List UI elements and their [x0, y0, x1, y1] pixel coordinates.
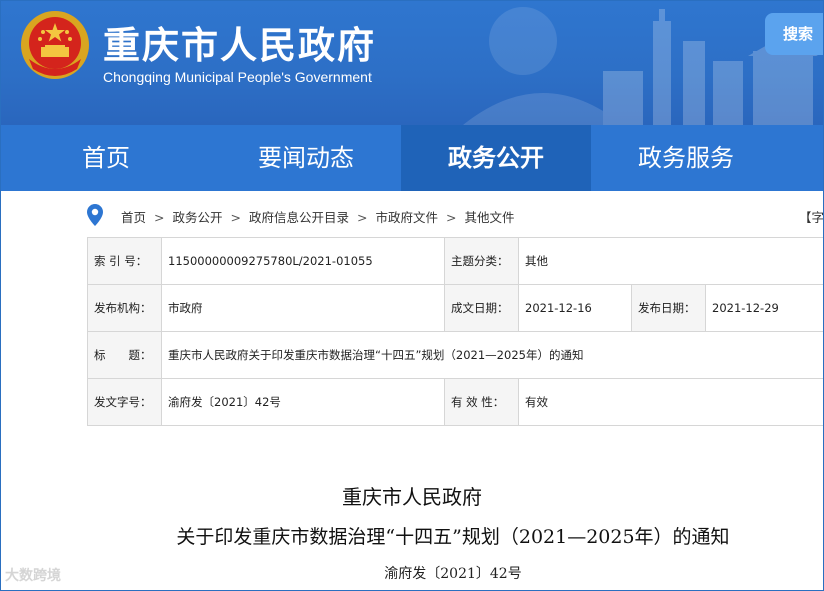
- breadcrumb-item-government-affairs[interactable]: 政务公开: [173, 210, 223, 225]
- doc-number-value: 渝府发〔2021〕42号: [161, 378, 445, 426]
- published-date-label: 发布日期：: [631, 284, 706, 332]
- breadcrumb-separator: >: [446, 210, 457, 225]
- font-size-control[interactable]: 【字: [799, 207, 823, 226]
- table-row: 索 引 号： 11500000009275780L/2021-01055 主题分…: [87, 237, 823, 285]
- breadcrumb-item-info-catalog[interactable]: 政府信息公开目录: [249, 210, 349, 225]
- nav-item-home[interactable]: 首页: [1, 125, 211, 191]
- nav-item-government-affairs[interactable]: 政务公开: [401, 125, 591, 191]
- table-row: 标 题： 重庆市人民政府关于印发重庆市数据治理“十四五”规划（2021—2025…: [87, 331, 823, 379]
- breadcrumb-item-other-documents[interactable]: 其他文件: [465, 210, 515, 225]
- topic-value: 其他: [518, 237, 823, 285]
- search-button[interactable]: 搜索: [765, 13, 823, 55]
- nav-item-services[interactable]: 政务服务: [591, 125, 781, 191]
- doc-number-label: 发文字号：: [87, 378, 162, 426]
- main-nav: 首页 要闻动态 政务公开 政务服务: [1, 125, 823, 191]
- topic-label: 主题分类：: [444, 237, 519, 285]
- header-banner: 重庆市人民政府 Chongqing Municipal People's Gov…: [1, 1, 823, 125]
- document-issuer-heading: 重庆市人民政府: [342, 485, 482, 509]
- issuer-label: 发布机构：: [87, 284, 162, 332]
- breadcrumb-item-municipal-documents[interactable]: 市政府文件: [376, 210, 439, 225]
- breadcrumb-item-home[interactable]: 首页: [121, 210, 146, 225]
- document-number: 渝府发〔2021〕42号: [384, 566, 522, 582]
- table-row: 发布机构： 市政府 成文日期： 2021-12-16 发布日期： 2021-12…: [87, 284, 823, 332]
- validity-value: 有效: [518, 378, 823, 426]
- created-date-label: 成文日期：: [444, 284, 519, 332]
- city-skyline-graphic: [463, 7, 818, 125]
- title-label: 标 题：: [87, 331, 162, 379]
- document-title: 关于印发重庆市数据治理“十四五”规划（2021—2025年）的通知: [176, 526, 730, 548]
- index-number-value: 11500000009275780L/2021-01055: [161, 237, 445, 285]
- nav-item-news[interactable]: 要闻动态: [211, 125, 401, 191]
- title-value: 重庆市人民政府关于印发重庆市数据治理“十四五”规划（2021—2025年）的通知: [161, 331, 823, 379]
- breadcrumb-separator: >: [154, 210, 165, 225]
- site-subtitle: Chongqing Municipal People's Government: [103, 69, 372, 85]
- breadcrumb: 首页 > 政务公开 > 政府信息公开目录 > 市政府文件 > 其他文件: [121, 207, 515, 226]
- created-date-value: 2021-12-16: [518, 284, 632, 332]
- document-info-table: 索 引 号： 11500000009275780L/2021-01055 主题分…: [87, 237, 823, 426]
- location-pin-icon: [87, 204, 103, 226]
- breadcrumb-separator: >: [230, 210, 241, 225]
- page-frame: 重庆市人民政府 Chongqing Municipal People's Gov…: [0, 0, 824, 591]
- published-date-value: 2021-12-29: [705, 284, 823, 332]
- index-number-label: 索 引 号：: [87, 237, 162, 285]
- issuer-value: 市政府: [161, 284, 445, 332]
- table-row: 发文字号： 渝府发〔2021〕42号 有 效 性： 有效: [87, 378, 823, 426]
- validity-label: 有 效 性：: [444, 378, 519, 426]
- breadcrumb-separator: >: [357, 210, 368, 225]
- site-title[interactable]: 重庆市人民政府: [103, 15, 376, 69]
- national-emblem-icon: [21, 11, 89, 79]
- watermark: 大数跨境: [5, 568, 61, 584]
